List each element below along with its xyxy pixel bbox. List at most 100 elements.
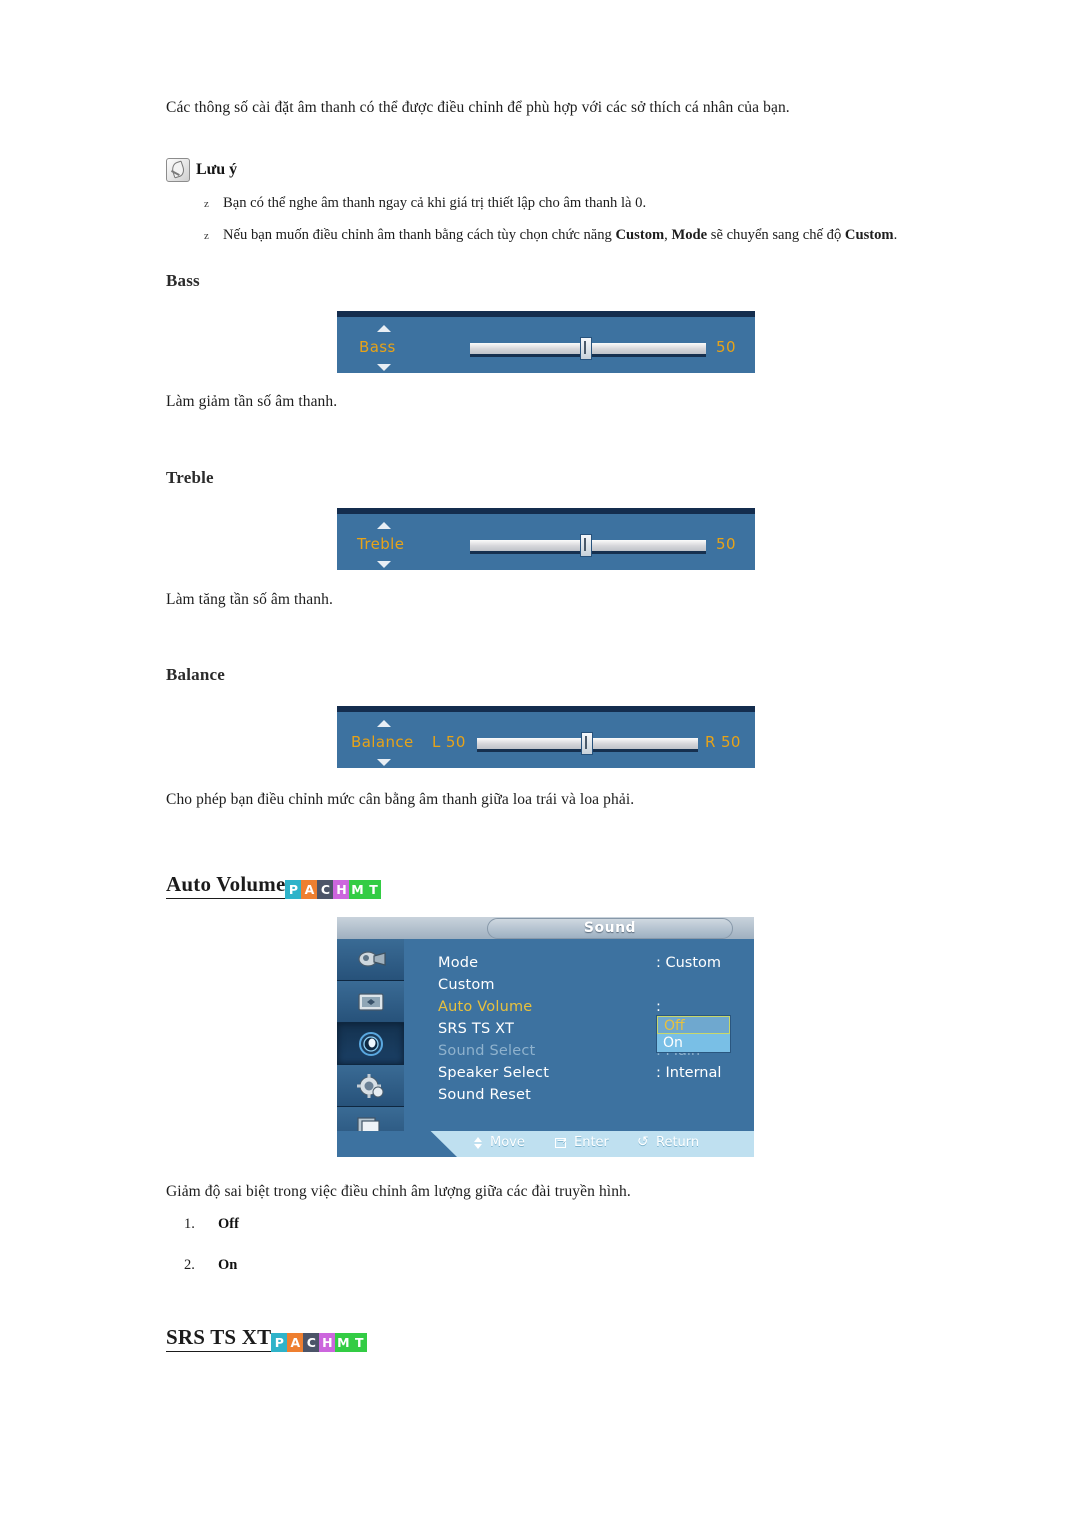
balance-label: Balance	[351, 733, 414, 751]
badge-letter-a: A	[287, 1333, 304, 1352]
srs-heading: SRS TS XT	[166, 1325, 272, 1352]
treble-slider-knob[interactable]	[580, 534, 592, 557]
osd-footer: Move Enter Return	[337, 1131, 754, 1157]
footer-enter: Enter	[555, 1134, 609, 1150]
speaker-icon	[358, 1031, 383, 1056]
auto-volume-heading-row: Auto Volume P A C H M T	[166, 872, 926, 899]
note-header: Lưu ý	[166, 158, 926, 182]
badge-letter-h: H	[333, 880, 350, 899]
dropdown-option-off[interactable]: Off	[657, 1016, 730, 1034]
bullet-marker: z	[204, 198, 209, 210]
bullet-marker: z	[204, 229, 209, 242]
osd-menu-body: Mode : Custom Custom Auto Volume : SRS T…	[404, 939, 754, 1131]
sidebar-item-image[interactable]	[337, 981, 404, 1023]
menu-item-sound-reset[interactable]: Sound Reset	[438, 1087, 531, 1103]
badge-letter-t: T	[351, 1333, 368, 1352]
badge-letter-p: P	[285, 880, 302, 899]
arrow-down-icon[interactable]	[377, 561, 391, 568]
auto-volume-dropdown[interactable]: Off On	[656, 1015, 731, 1053]
osd-balance-panel: Balance L 50 R 50	[337, 706, 755, 768]
option-label: Off	[218, 1216, 239, 1232]
sidebar-item-setup[interactable]	[337, 1065, 404, 1107]
badge-letter-m: M	[349, 880, 366, 899]
badge-letter-m: M	[335, 1333, 352, 1352]
osd-bass-panel: Bass 50	[337, 311, 755, 373]
menu-item-auto-volume[interactable]: Auto Volume	[438, 999, 532, 1015]
note-list-item: z Nếu bạn muốn điều chỉnh âm thanh bằng …	[204, 224, 926, 247]
bass-value: 50	[716, 338, 736, 356]
balance-description-text: Cho phép bạn điều chỉnh mức cân bằng âm …	[166, 791, 635, 808]
treble-value: 50	[716, 535, 736, 553]
sidebar-item-picture-tool[interactable]	[337, 939, 404, 981]
menu-item-mode[interactable]: Mode	[438, 955, 478, 971]
arrow-up-icon[interactable]	[377, 720, 391, 727]
note-block: Lưu ý z Bạn có thể nghe âm thanh ngay cả…	[166, 158, 926, 255]
menu-value-auto-volume: :	[656, 999, 661, 1015]
menu-item-sound-select: Sound Select	[438, 1043, 536, 1059]
footer-tab-shape	[337, 1131, 457, 1157]
bass-slider-knob[interactable]	[580, 337, 592, 360]
heading-with-badge: Auto Volume P A C H M T	[166, 872, 926, 899]
note-pen-icon	[166, 158, 190, 182]
section-heading-balance: Balance	[166, 665, 926, 685]
menu-item-speaker-select[interactable]: Speaker Select	[438, 1065, 549, 1081]
treble-description-text: Làm tăng tần số âm thanh.	[166, 591, 333, 608]
note-list-item: z Bạn có thể nghe âm thanh ngay cả khi g…	[204, 192, 926, 215]
menu-item-custom[interactable]: Custom	[438, 977, 495, 993]
badge-letter-p: P	[271, 1333, 288, 1352]
section-heading-treble: Treble	[166, 468, 926, 488]
bass-description: Làm giảm tần số âm thanh.	[166, 390, 926, 413]
gear-setup-icon	[356, 1073, 383, 1098]
osd-sound-menu: Sound Mode: Custom Custom Auto Volume:…	[337, 917, 754, 1157]
footer-return-label: Return	[656, 1135, 700, 1150]
auto-volume-heading: Auto Volume	[166, 872, 286, 899]
balance-heading: Balance	[166, 665, 226, 684]
option-number: 2.	[184, 1257, 195, 1273]
model-badge-auto-volume: P A C H M T	[285, 880, 382, 899]
enter-icon	[555, 1134, 569, 1150]
menu-item-srs-ts-xt[interactable]: SRS TS XT	[438, 1021, 514, 1037]
picture-tool-icon	[357, 950, 386, 967]
balance-slider-knob[interactable]	[581, 732, 593, 755]
footer-move-label: Move	[490, 1135, 525, 1150]
model-badge-srs: P A C H M T	[271, 1333, 368, 1352]
note-title: Lưu ý	[196, 161, 238, 178]
option-label: On	[218, 1257, 238, 1273]
intro-paragraph: Các thông số cài đặt âm thanh có thể đượ…	[166, 96, 926, 119]
dropdown-option-on[interactable]: On	[657, 1034, 730, 1052]
badge-letter-t: T	[365, 880, 382, 899]
auto-volume-description: Giảm độ sai biệt trong việc điều chỉnh â…	[166, 1180, 926, 1203]
sidebar-item-sound[interactable]	[337, 1023, 404, 1065]
treble-label: Treble	[357, 535, 405, 553]
arrow-down-icon[interactable]	[377, 364, 391, 371]
arrow-up-icon[interactable]	[377, 325, 391, 332]
badge-letter-h: H	[319, 1333, 336, 1352]
menu-value-speaker-select: : Internal	[656, 1065, 722, 1081]
list-item: 1. Off	[184, 1216, 926, 1233]
heading-with-badge: SRS TS XT P A C H M T	[166, 1325, 926, 1352]
menu-value-mode: : Custom	[656, 955, 722, 971]
list-item: 2. On	[184, 1257, 926, 1274]
arrow-up-icon[interactable]	[377, 522, 391, 529]
footer-move: Move	[471, 1135, 525, 1150]
footer-enter-label: Enter	[574, 1135, 609, 1150]
note-item-text: Bạn có thể nghe âm thanh ngay cả khi giá…	[223, 195, 647, 211]
section-heading-bass: Bass	[166, 271, 926, 291]
note-list: z Bạn có thể nghe âm thanh ngay cả khi g…	[166, 192, 926, 246]
osd-treble-panel: Treble 50	[337, 508, 755, 570]
image-icon	[357, 992, 384, 1011]
badge-letter-c: C	[303, 1333, 320, 1352]
footer-return: Return	[637, 1134, 700, 1151]
srs-heading-row: SRS TS XT P A C H M T	[166, 1325, 926, 1352]
move-icon	[471, 1136, 485, 1150]
note-item-text: Nếu bạn muốn điều chỉnh âm thanh bằng cá…	[223, 226, 898, 243]
bass-label: Bass	[359, 338, 396, 356]
balance-left-value: L 50	[432, 733, 466, 751]
badge-letter-a: A	[301, 880, 318, 899]
treble-description: Làm tăng tần số âm thanh.	[166, 588, 926, 611]
osd-title: Sound	[583, 920, 637, 936]
arrow-down-icon[interactable]	[377, 759, 391, 766]
balance-right-value: R 50	[705, 733, 741, 751]
treble-heading: Treble	[166, 468, 214, 487]
balance-description: Cho phép bạn điều chỉnh mức cân bằng âm …	[166, 788, 926, 811]
